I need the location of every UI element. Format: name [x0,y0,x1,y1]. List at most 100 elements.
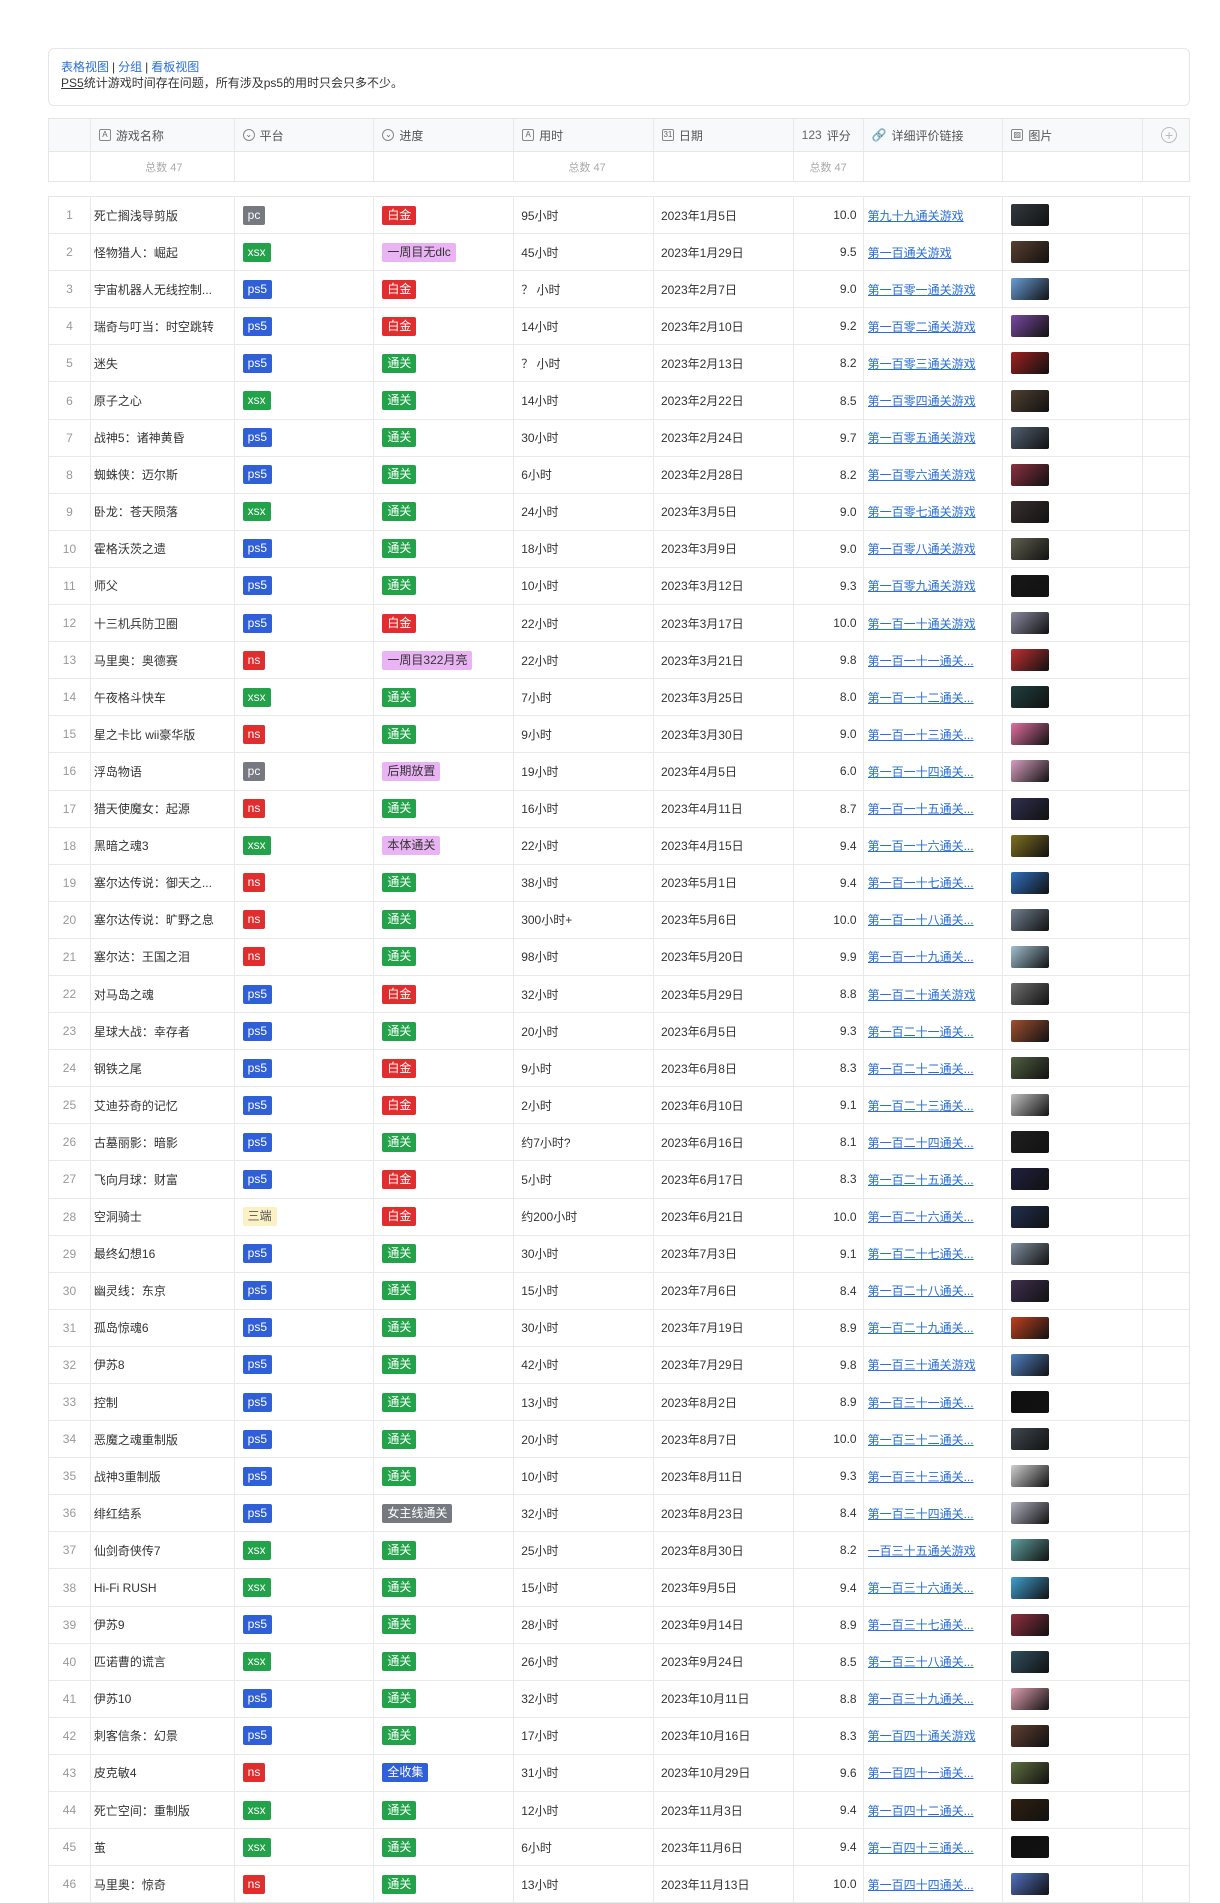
progress-cell[interactable]: 通关 [374,493,515,530]
platform-cell[interactable]: ps5 [235,308,375,345]
progress-cell[interactable]: 通关 [374,1569,515,1606]
image-cell[interactable] [1003,1680,1144,1717]
platform-cell[interactable]: xsx [235,1643,375,1680]
link-cell[interactable]: 第一百一十一通关... [864,642,1004,679]
date-cell[interactable]: 2023年7月19日 [654,1309,794,1346]
date-cell[interactable]: 2023年8月23日 [654,1495,794,1532]
review-link[interactable]: 第一百二十三通关... [868,1097,974,1114]
image-cell[interactable] [1003,1309,1144,1346]
review-link[interactable]: 第一百一十六通关... [868,837,974,854]
date-cell[interactable]: 2023年7月3日 [654,1235,794,1272]
date-cell[interactable]: 2023年6月21日 [654,1198,794,1235]
progress-cell[interactable]: 通关 [374,790,515,827]
platform-cell[interactable]: ns [235,1754,375,1792]
table-row[interactable]: 21 塞尔达：王国之泪 ns 通关 98小时 2023年5月20日 9.9 第一百一十九通关.… [49,938,1189,976]
table-row[interactable]: 43 皮克敏4 ns 全收集 31小时 2023年10月29日 9.6 第一百四十一通关... [49,1754,1189,1793]
review-link[interactable]: 第一百二十七通关... [868,1245,974,1262]
table-row[interactable]: 10 霍格沃茨之遗 ps5 通关 18小时 2023年3月9日 9.0 第一百零八通关游戏 [49,530,1189,568]
time-cell[interactable]: 10小时 [514,567,654,605]
game-cover-thumbnail[interactable] [1011,278,1050,301]
date-cell[interactable]: 2023年11月6日 [654,1829,794,1866]
link-cell[interactable]: 第一百四十四通关... [864,1866,1004,1903]
game-name-cell[interactable]: 塞尔达：王国之泪 [91,938,235,975]
score-cell[interactable]: 10.0 [794,1866,864,1903]
progress-cell[interactable]: 通关 [374,1717,515,1754]
game-name-cell[interactable]: 塞尔达传说：御天之... [91,864,235,901]
image-cell[interactable] [1003,901,1144,938]
review-link[interactable]: 第一百三十四通关... [868,1505,974,1522]
table-row[interactable]: 12 十三机兵防卫圈 ps5 白金 22小时 2023年3月17日 10.0 第一百一十通关游… [49,605,1189,643]
score-cell[interactable]: 8.2 [794,456,864,493]
date-cell[interactable]: 2023年4月5日 [654,753,794,790]
platform-cell[interactable]: ns [235,864,375,901]
date-cell[interactable]: 2023年2月13日 [654,345,794,382]
progress-cell[interactable]: 通关 [374,1309,515,1346]
date-cell[interactable]: 2023年5月1日 [654,864,794,901]
game-name-cell[interactable]: Hi-Fi RUSH [91,1569,235,1606]
game-cover-thumbnail[interactable] [1011,315,1050,338]
platform-cell[interactable]: 三端 [235,1198,375,1235]
review-link[interactable]: 第一百一十五通关... [868,800,974,817]
review-link[interactable]: 第一百零二通关游戏 [868,318,976,335]
image-cell[interactable] [1003,1458,1144,1495]
table-row[interactable]: 38 Hi-Fi RUSH xsx 通关 15小时 2023年9月5日 9.4 第一百三十六通… [49,1569,1189,1607]
score-cell[interactable]: 9.1 [794,1087,864,1124]
date-cell[interactable]: 2023年11月3日 [654,1792,794,1829]
image-cell[interactable] [1003,1272,1144,1309]
time-cell[interactable]: 14小时 [514,382,654,419]
platform-cell[interactable]: ns [235,716,375,753]
header-progress[interactable]: ⌄ 进度 [374,119,515,151]
date-cell[interactable]: 2023年3月25日 [654,679,794,716]
image-cell[interactable] [1003,1124,1144,1161]
link-cell[interactable]: 第一百二十一通关... [864,1013,1004,1050]
time-cell[interactable]: 300小时+ [514,901,654,938]
platform-cell[interactable]: ns [235,901,375,938]
review-link[interactable]: 第一百四十四通关... [868,1876,974,1893]
header-time[interactable]: A 用时 [514,119,654,151]
time-cell[interactable]: 24小时 [514,493,654,530]
table-row[interactable]: 16 浮岛物语 pc 后期放置 19小时 2023年4月5日 6.0 第一百一十四通关... [49,753,1189,791]
date-cell[interactable]: 2023年2月22日 [654,382,794,419]
image-cell[interactable] [1003,790,1144,827]
game-name-cell[interactable]: 原子之心 [91,382,235,419]
time-cell[interactable]: 28小时 [514,1606,654,1643]
header-image[interactable]: ▨ 图片 [1003,119,1144,151]
progress-cell[interactable]: 通关 [374,1532,515,1569]
progress-cell[interactable]: 白金 [374,1161,515,1198]
time-cell[interactable]: 6小时 [514,1829,654,1866]
score-cell[interactable]: 8.5 [794,382,864,419]
progress-cell[interactable]: 通关 [374,345,515,382]
date-cell[interactable]: 2023年2月7日 [654,271,794,308]
time-cell[interactable]: 15小时 [514,1569,654,1606]
date-cell[interactable]: 2023年2月24日 [654,419,794,456]
score-cell[interactable]: 8.5 [794,1643,864,1680]
progress-cell[interactable]: 通关 [374,382,515,419]
time-cell[interactable]: ？ 小时 [514,271,654,308]
image-cell[interactable] [1003,567,1144,605]
platform-cell[interactable]: ps5 [235,1606,375,1643]
date-cell[interactable]: 2023年8月2日 [654,1384,794,1421]
game-cover-thumbnail[interactable] [1011,908,1050,931]
progress-cell[interactable]: 白金 [374,975,515,1013]
date-cell[interactable]: 2023年1月5日 [654,197,794,234]
score-cell[interactable]: 9.4 [794,864,864,901]
score-cell[interactable]: 9.3 [794,567,864,605]
game-cover-thumbnail[interactable] [1011,871,1050,894]
progress-cell[interactable]: 全收集 [374,1754,515,1792]
group-view-link[interactable]: 分组 [118,60,142,74]
time-cell[interactable]: 17小时 [514,1717,654,1754]
time-cell[interactable]: 2小时 [514,1087,654,1124]
game-cover-thumbnail[interactable] [1011,1836,1050,1859]
game-cover-thumbnail[interactable] [1011,1799,1050,1822]
review-link[interactable]: 第一百零七通关游戏 [868,503,976,520]
date-cell[interactable]: 2023年6月8日 [654,1050,794,1087]
score-cell[interactable]: 8.4 [794,1272,864,1309]
game-cover-thumbnail[interactable] [1011,500,1050,523]
score-cell[interactable]: 9.2 [794,308,864,345]
score-cell[interactable]: 9.4 [794,1569,864,1606]
platform-cell[interactable]: xsx [235,1569,375,1606]
progress-cell[interactable]: 通关 [374,1866,515,1903]
link-cell[interactable]: 第一百零二通关游戏 [864,308,1004,345]
game-name-cell[interactable]: 孤岛惊魂6 [91,1309,235,1346]
score-cell[interactable]: 8.9 [794,1309,864,1346]
